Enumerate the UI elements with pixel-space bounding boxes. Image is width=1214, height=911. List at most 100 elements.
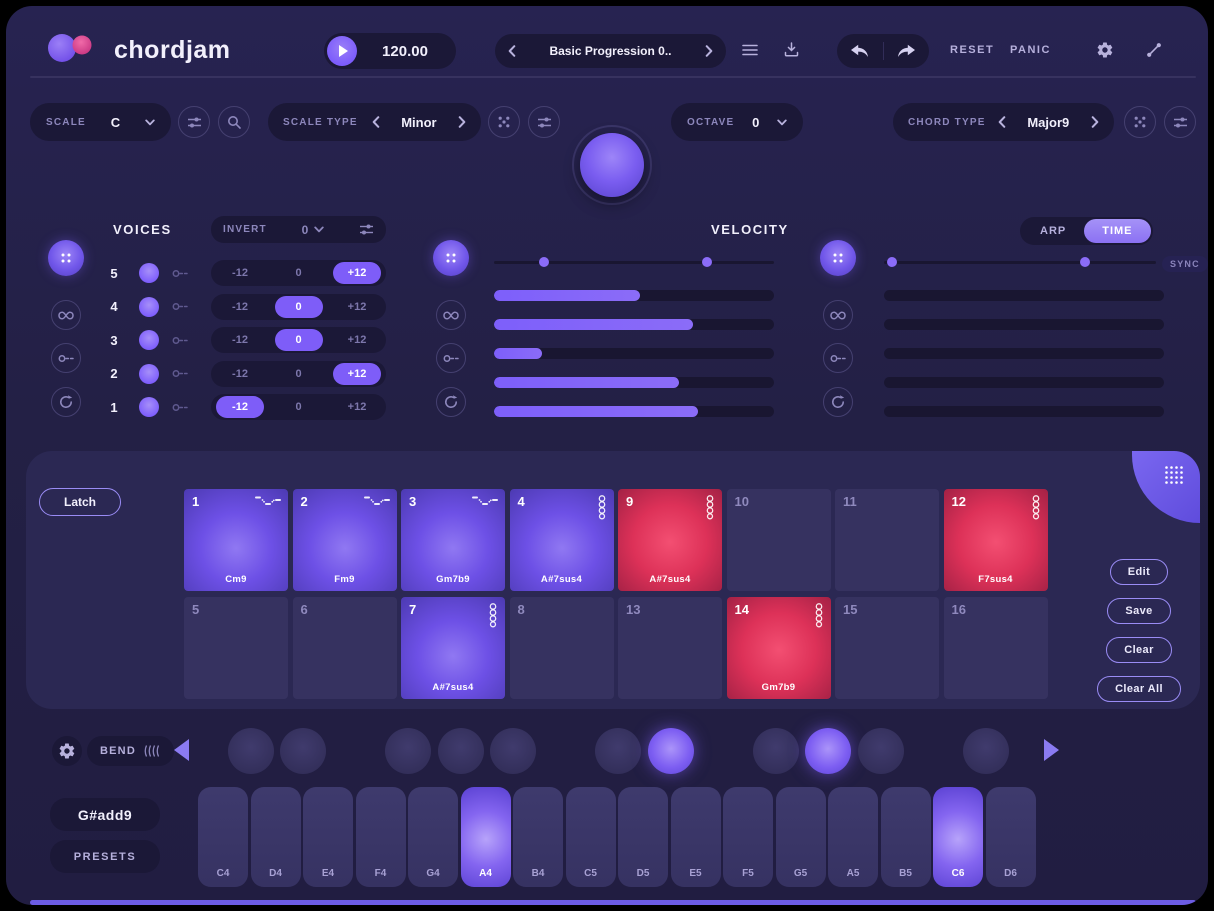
- transpose-option[interactable]: 0: [275, 296, 323, 318]
- voices-link-icon[interactable]: [51, 343, 81, 373]
- voice-dot[interactable]: [139, 330, 159, 350]
- time-loop-icon[interactable]: [823, 387, 853, 417]
- transpose-option[interactable]: -12: [216, 363, 264, 385]
- pad-6[interactable]: 6: [293, 597, 397, 699]
- pad-7[interactable]: 7A#7sus4: [401, 597, 505, 699]
- pad-9[interactable]: 9A#7sus4: [618, 489, 722, 591]
- velocity-infinity-icon[interactable]: [436, 300, 466, 330]
- time-bar[interactable]: [884, 406, 1164, 417]
- voice-link-icon[interactable]: [172, 403, 188, 412]
- preset-prev-icon[interactable]: [508, 45, 516, 57]
- pad-16[interactable]: 16: [944, 597, 1048, 699]
- key-E4[interactable]: E4: [303, 787, 353, 887]
- settings-gear-icon[interactable]: [1096, 41, 1114, 59]
- bank-next-arrow[interactable]: [1044, 739, 1059, 761]
- velocity-range-slider[interactable]: [494, 256, 774, 268]
- transpose-option[interactable]: 0: [275, 262, 323, 284]
- chord-randomize-dice-icon[interactable]: [1124, 106, 1156, 138]
- transpose-option[interactable]: +12: [333, 296, 381, 318]
- pad-8[interactable]: 8: [510, 597, 614, 699]
- time-bar[interactable]: [884, 290, 1164, 301]
- time-bar[interactable]: [884, 319, 1164, 330]
- key-G5[interactable]: G5: [776, 787, 826, 887]
- time-bar[interactable]: [884, 348, 1164, 359]
- presets-button[interactable]: PRESETS: [50, 840, 160, 873]
- key-C5[interactable]: C5: [566, 787, 616, 887]
- tab-arp[interactable]: ARP: [1022, 219, 1084, 243]
- bpm-display[interactable]: 120.00: [357, 43, 453, 60]
- play-button[interactable]: [327, 36, 357, 66]
- chord-type-prev-icon[interactable]: [998, 116, 1006, 128]
- knob-A#4[interactable]: [490, 728, 536, 774]
- time-bar[interactable]: [884, 377, 1164, 388]
- octave-dropdown[interactable]: OCTAVE 0: [671, 103, 803, 141]
- transpose-option[interactable]: +12: [333, 363, 381, 385]
- range-handle[interactable]: [887, 257, 897, 267]
- transpose-option[interactable]: 0: [275, 396, 323, 418]
- velocity-bar[interactable]: [494, 290, 774, 301]
- bend-toggle[interactable]: BEND: [87, 736, 174, 766]
- voice-dot[interactable]: [139, 364, 159, 384]
- grid-view-corner-button[interactable]: [1132, 451, 1200, 523]
- key-A5[interactable]: A5: [828, 787, 878, 887]
- key-C6[interactable]: C6: [933, 787, 983, 887]
- bend-gear-icon[interactable]: [52, 736, 82, 766]
- undo-icon[interactable]: [837, 44, 883, 59]
- key-A4[interactable]: A4: [461, 787, 511, 887]
- pad-12[interactable]: 12F7sus4: [944, 489, 1048, 591]
- key-B5[interactable]: B5: [881, 787, 931, 887]
- knob-C#5[interactable]: [595, 728, 641, 774]
- velocity-bar[interactable]: [494, 348, 774, 359]
- key-F4[interactable]: F4: [356, 787, 406, 887]
- voice-dot[interactable]: [139, 263, 159, 283]
- panic-button[interactable]: PANIC: [1010, 44, 1051, 56]
- transpose-option[interactable]: -12: [216, 296, 264, 318]
- clear-all-button[interactable]: Clear All: [1097, 676, 1181, 702]
- voice-link-icon[interactable]: [172, 369, 188, 378]
- voices-infinity-icon[interactable]: [51, 300, 81, 330]
- time-link-icon[interactable]: [823, 343, 853, 373]
- scale-type-next-icon[interactable]: [458, 116, 466, 128]
- knob-A#5[interactable]: [858, 728, 904, 774]
- pad-13[interactable]: 13: [618, 597, 722, 699]
- edit-button[interactable]: Edit: [1110, 559, 1168, 585]
- knob-C#6[interactable]: [963, 728, 1009, 774]
- voice-dot[interactable]: [139, 397, 159, 417]
- chord-settings-sliders-icon[interactable]: [1164, 106, 1196, 138]
- sync-toggle[interactable]: SYNC: [1162, 256, 1208, 272]
- range-handle[interactable]: [539, 257, 549, 267]
- invert-sliders-icon[interactable]: [359, 223, 374, 236]
- download-icon[interactable]: [784, 42, 799, 57]
- key-D5[interactable]: D5: [618, 787, 668, 887]
- transpose-option[interactable]: +12: [333, 262, 381, 284]
- key-B4[interactable]: B4: [513, 787, 563, 887]
- key-G4[interactable]: G4: [408, 787, 458, 887]
- scale-sliders-icon[interactable]: [178, 106, 210, 138]
- velocity-link-icon[interactable]: [436, 343, 466, 373]
- knob-G#5[interactable]: [805, 728, 851, 774]
- midi-patch-icon[interactable]: [1146, 42, 1162, 58]
- transpose-option[interactable]: -12: [216, 329, 264, 351]
- velocity-bar[interactable]: [494, 406, 774, 417]
- pad-10[interactable]: 10: [727, 489, 831, 591]
- key-D6[interactable]: D6: [986, 787, 1036, 887]
- time-infinity-icon[interactable]: [823, 300, 853, 330]
- knob-D#5[interactable]: [648, 728, 694, 774]
- transpose-option[interactable]: 0: [275, 329, 323, 351]
- scale-randomize-dice-icon[interactable]: [488, 106, 520, 138]
- key-E5[interactable]: E5: [671, 787, 721, 887]
- velocity-randomize-dice-knob[interactable]: [433, 240, 469, 276]
- pad-11[interactable]: 11: [835, 489, 939, 591]
- knob-F#5[interactable]: [753, 728, 799, 774]
- time-range-slider[interactable]: [884, 256, 1156, 268]
- voice-link-icon[interactable]: [172, 269, 188, 278]
- range-handle[interactable]: [1080, 257, 1090, 267]
- knob-C#4[interactable]: [228, 728, 274, 774]
- range-handle[interactable]: [702, 257, 712, 267]
- scale-type-prev-icon[interactable]: [372, 116, 380, 128]
- voices-randomize-dice-knob[interactable]: [48, 240, 84, 276]
- scale-type-value[interactable]: Minor: [401, 115, 436, 130]
- knob-F#4[interactable]: [385, 728, 431, 774]
- pad-14[interactable]: 14Gm7b9: [727, 597, 831, 699]
- latch-button[interactable]: Latch: [39, 488, 121, 516]
